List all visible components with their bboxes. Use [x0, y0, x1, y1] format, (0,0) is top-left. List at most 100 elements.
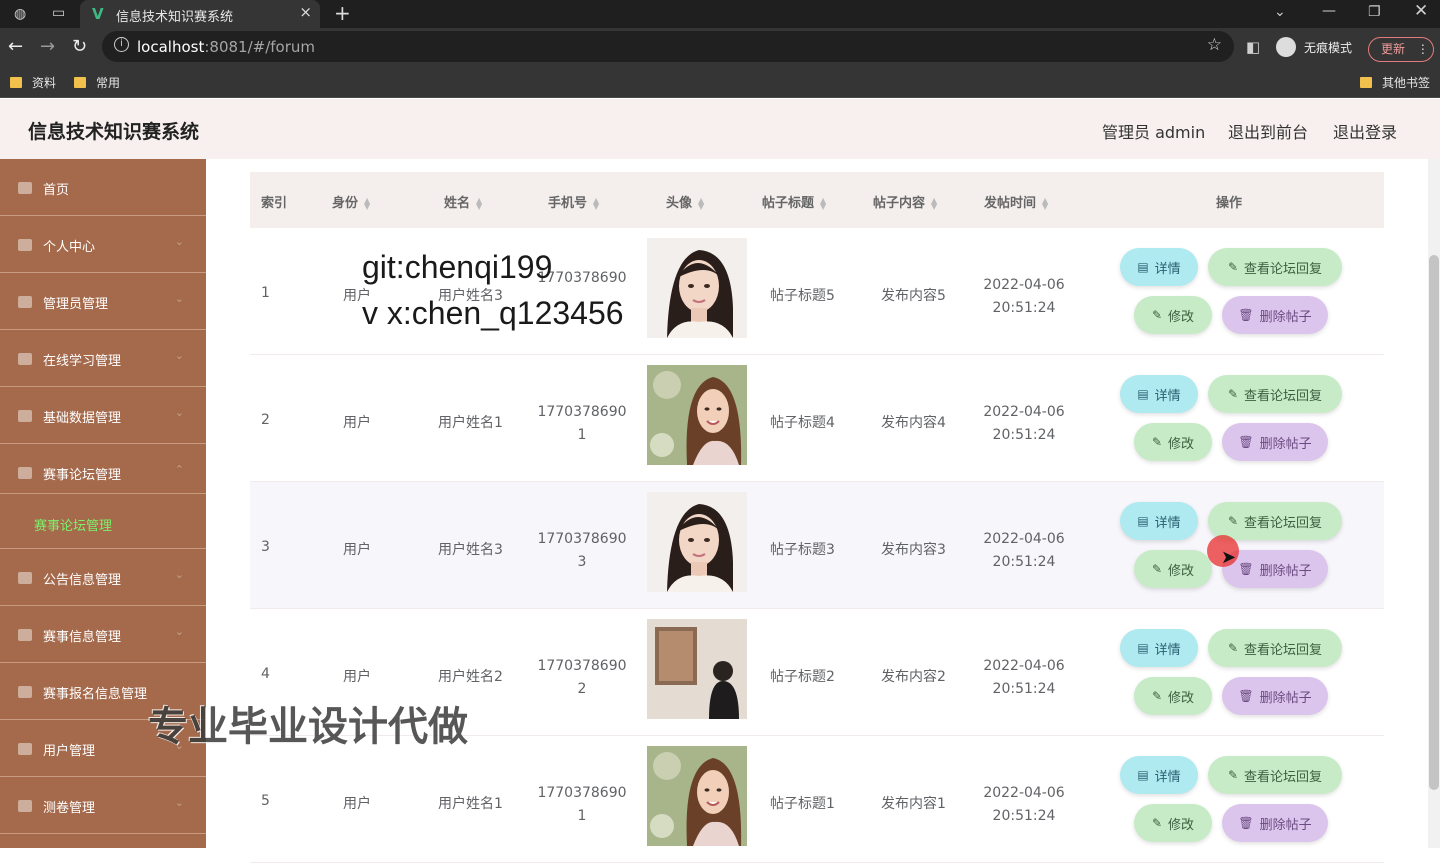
edit-button[interactable]: ✎ 修改: [1134, 550, 1212, 588]
edit-icon: ✎: [1227, 768, 1239, 782]
sidebar-item-notices[interactable]: 公告信息管理 ⌄: [0, 549, 206, 606]
detail-button[interactable]: ▤ 详情: [1120, 502, 1198, 540]
edit-icon: ✎: [1227, 641, 1239, 655]
notice-icon: [18, 572, 32, 584]
folder-icon: [10, 77, 22, 88]
browser-tab[interactable]: V 信息技术知识赛系统 ×: [80, 0, 320, 28]
edit-button[interactable]: ✎ 修改: [1134, 423, 1212, 461]
detail-button[interactable]: ▤ 详情: [1120, 248, 1198, 286]
th-name[interactable]: 姓名 ▲ ▼: [444, 192, 482, 211]
address-bar[interactable]: i localhost:8081/#/forum ☆: [102, 31, 1234, 62]
restore-icon[interactable]: ❐: [1368, 4, 1381, 20]
browser-tab-bar: ◍ ▭ V 信息技术知识赛系统 × + ⌄ — ❐ ✕: [0, 0, 1440, 28]
th-avatar[interactable]: 头像 ▲ ▼: [666, 192, 704, 211]
event-icon: [18, 629, 32, 641]
th-phone[interactable]: 手机号 ▲ ▼: [548, 192, 599, 211]
th-index: 索引: [261, 196, 288, 211]
view-replies-button[interactable]: ✎ 查看论坛回复: [1208, 248, 1342, 286]
bookmarks-bar: 资料 常用 其他书签: [0, 66, 1440, 98]
delete-post-button[interactable]: 🗑 删除帖子: [1222, 804, 1328, 842]
detail-button[interactable]: ▤ 详情: [1120, 629, 1198, 667]
sidebar-item-base-data[interactable]: 基础数据管理 ⌄: [0, 387, 206, 444]
delete-post-button[interactable]: 🗑 删除帖子: [1222, 677, 1328, 715]
bookmark-folder-ziliao[interactable]: 资料: [10, 74, 56, 91]
cell-post-title: 帖子标题3: [770, 542, 835, 558]
cell-post-title: 帖子标题1: [770, 796, 835, 812]
update-button[interactable]: 更新 ⋮: [1368, 37, 1434, 62]
avatar: [647, 746, 747, 846]
cell-index: 3: [261, 539, 270, 555]
sort-icon: ▲ ▼: [364, 195, 371, 211]
th-post-title[interactable]: 帖子标题 ▲ ▼: [762, 192, 826, 211]
trash-icon: 🗑: [1238, 308, 1254, 322]
tab-search-icon[interactable]: ▭: [52, 5, 65, 21]
user-icon: [18, 239, 32, 251]
cell-post-title: 帖子标题4: [770, 415, 835, 431]
other-bookmarks[interactable]: 其他书签: [1360, 74, 1430, 91]
delete-post-button[interactable]: 🗑 删除帖子: [1222, 296, 1328, 334]
delete-post-button[interactable]: 🗑 删除帖子: [1222, 423, 1328, 461]
cell-post-content: 发布内容1: [881, 796, 946, 812]
scrollbar-thumb[interactable]: [1429, 255, 1439, 790]
cell-name: 用户姓名3: [438, 542, 503, 558]
book-icon: [18, 353, 32, 365]
sidebar-item-admins[interactable]: 管理员管理 ⌄: [0, 273, 206, 330]
sidebar-subitem-forum-manage[interactable]: 赛事论坛管理: [0, 494, 206, 549]
view-replies-button[interactable]: ✎ 查看论坛回复: [1208, 375, 1342, 413]
cell-role: 用户: [343, 542, 371, 558]
bookmark-star-icon[interactable]: ☆: [1207, 35, 1222, 55]
cell-post-time: 2022-04-06 20:51:24: [983, 404, 1065, 443]
sidebar-item-profile[interactable]: 个人中心 ⌄: [0, 216, 206, 273]
sidebar-item-home[interactable]: 首页: [0, 159, 206, 216]
reload-icon[interactable]: ↻: [72, 36, 87, 57]
browser-profile-icon[interactable]: ◍: [14, 6, 26, 22]
chevron-down-icon: ⌄: [174, 796, 184, 809]
edit-button[interactable]: ✎ 修改: [1134, 296, 1212, 334]
sidebar-item-forum[interactable]: 赛事论坛管理 ⌃: [0, 444, 206, 494]
cell-post-content: 发布内容3: [881, 542, 946, 558]
window-close-icon[interactable]: ✕: [1414, 1, 1428, 21]
back-icon[interactable]: ←: [8, 36, 23, 57]
tab-close-icon[interactable]: ×: [299, 3, 312, 21]
sort-icon: ▲ ▼: [593, 195, 600, 211]
sidebar-item-online-learning[interactable]: 在线学习管理 ⌄: [0, 330, 206, 387]
new-tab-icon[interactable]: +: [334, 1, 351, 25]
edit-icon: ✎: [1227, 514, 1239, 528]
exit-to-front-link[interactable]: 退出到前台: [1228, 119, 1308, 143]
signup-icon: [18, 686, 32, 698]
avatar: [647, 492, 747, 592]
minimize-icon[interactable]: —: [1322, 3, 1336, 19]
sidebar-item-papers[interactable]: 测卷管理 ⌄: [0, 777, 206, 834]
cell-post-time: 2022-04-06 20:51:24: [983, 277, 1065, 316]
logout-link[interactable]: 退出登录: [1333, 119, 1397, 143]
th-post-time[interactable]: 发帖时间 ▲ ▼: [984, 192, 1048, 211]
view-replies-button[interactable]: ✎ 查看论坛回复: [1208, 502, 1342, 540]
admin-label: 管理员 admin: [1102, 123, 1206, 142]
bookmark-folder-changyong[interactable]: 常用: [74, 74, 120, 91]
side-panel-icon[interactable]: ◧: [1246, 38, 1260, 56]
edit-button[interactable]: ✎ 修改: [1134, 804, 1212, 842]
site-info-icon[interactable]: i: [114, 37, 129, 52]
trash-icon: 🗑: [1238, 689, 1254, 703]
incognito-indicator[interactable]: 无痕模式: [1276, 34, 1352, 60]
sidebar-item-events[interactable]: 赛事信息管理 ⌄: [0, 606, 206, 663]
cell-role: 用户: [343, 796, 371, 812]
th-post-content[interactable]: 帖子内容 ▲ ▼: [873, 192, 937, 211]
avatar: [647, 619, 747, 719]
document-icon: ▤: [1137, 260, 1149, 274]
forward-icon[interactable]: →: [40, 36, 55, 57]
watermark-banner: 专业毕业设计代做: [148, 704, 468, 750]
th-role[interactable]: 身份 ▲ ▼: [332, 192, 370, 211]
chevron-up-icon: ⌃: [174, 463, 184, 476]
view-replies-button[interactable]: ✎ 查看论坛回复: [1208, 756, 1342, 794]
detail-button[interactable]: ▤ 详情: [1120, 375, 1198, 413]
tab-list-chevron-icon[interactable]: ⌄: [1274, 4, 1286, 20]
detail-button[interactable]: ▤ 详情: [1120, 756, 1198, 794]
view-replies-button[interactable]: ✎ 查看论坛回复: [1208, 629, 1342, 667]
edit-button[interactable]: ✎ 修改: [1134, 677, 1212, 715]
sort-icon: ▲ ▼: [698, 195, 705, 211]
th-actions: 操作: [1216, 196, 1243, 211]
mouse-cursor-icon: ➤: [1221, 547, 1237, 568]
cell-index: 1: [261, 285, 270, 301]
url-text[interactable]: localhost:8081/#/forum: [137, 38, 315, 56]
